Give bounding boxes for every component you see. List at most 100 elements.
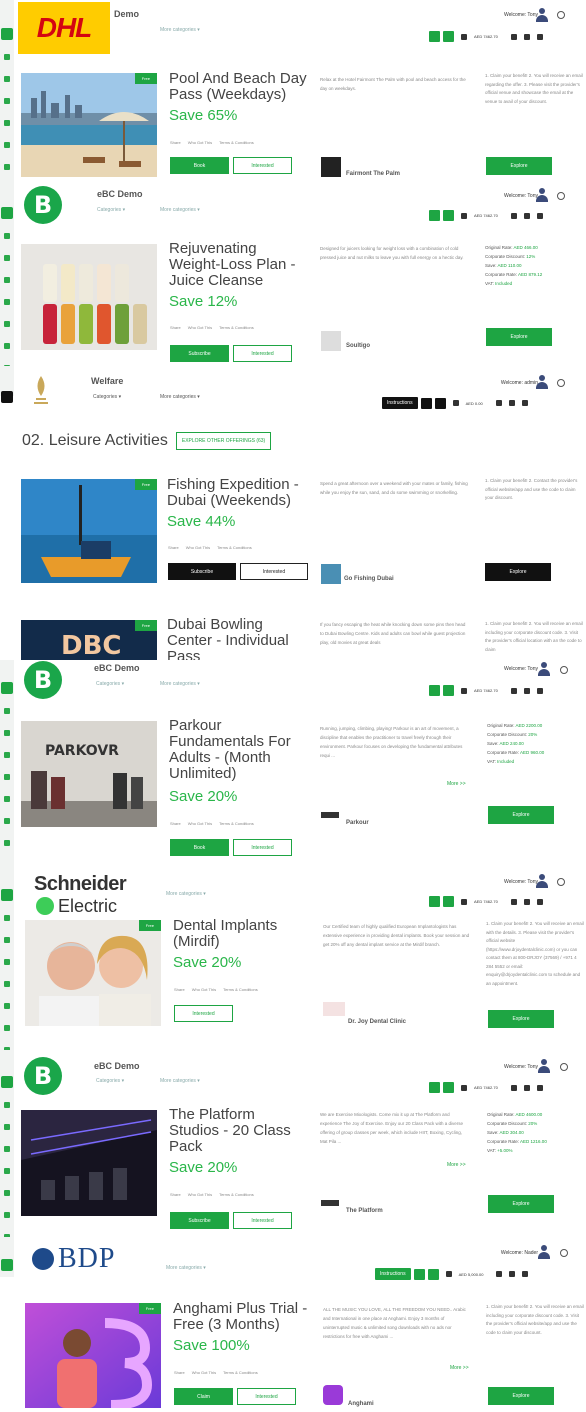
heart-icon[interactable] [495,400,502,406]
search-icon[interactable] [522,1271,529,1277]
more-categories-menu[interactable]: More categories ▾ [160,681,200,687]
nav-icon[interactable] [4,1124,10,1130]
power-icon[interactable] [560,1063,568,1071]
heart-icon[interactable] [510,898,517,905]
explore-button[interactable]: Explore [488,1195,554,1213]
provider-name[interactable]: Parkour [346,820,369,826]
terms-link[interactable]: Terms & Conditions [219,1192,254,1197]
search-icon[interactable] [536,212,543,219]
nav-icon[interactable] [4,959,10,965]
provider-name[interactable]: The Platform [346,1208,383,1214]
deal-title[interactable]: Fishing Expedition - Dubai (Weekends) [167,477,312,509]
instructions-button[interactable]: Instructions [382,397,418,409]
toolbar-button[interactable] [443,685,454,696]
nav-icon[interactable] [4,233,10,239]
toolbar-button[interactable] [429,685,440,696]
power-icon[interactable] [557,379,565,387]
more-link[interactable]: More >> [447,781,466,787]
terms-link[interactable]: Terms & Conditions [219,325,254,330]
home-icon[interactable] [1,391,13,403]
more-categories-menu[interactable]: More categories ▾ [160,1078,200,1084]
nav-icon[interactable] [4,730,10,736]
more-categories-menu[interactable]: More categories ▾ [166,1265,206,1271]
nav-icon[interactable] [4,277,10,283]
categories-menu[interactable]: Categories ▾ [97,207,125,213]
who-got-this-link[interactable]: Who Got This [192,987,216,992]
nav-icon[interactable] [4,120,10,126]
deal-title[interactable]: Rejuvenating Weight-Loss Plan - Juice Cl… [169,241,309,289]
avatar-icon[interactable] [538,662,550,676]
interested-button[interactable]: Interested [174,1005,233,1022]
flag-icon[interactable] [509,1271,516,1277]
home-icon[interactable] [1,889,13,901]
nav-icon[interactable] [4,54,10,60]
deal-title[interactable]: The Platform Studios - 20 Class Pack [169,1107,309,1155]
subscribe-button[interactable]: Subscribe [170,1212,229,1229]
more-categories-menu[interactable]: More categories ▾ [166,891,206,897]
nav-icon[interactable] [4,142,10,148]
book-button[interactable]: Book [170,157,229,174]
book-button[interactable]: Book [170,839,229,856]
toolbar-button[interactable] [429,896,440,907]
nav-icon[interactable] [4,164,10,170]
provider-name[interactable]: Anghami [348,1401,374,1407]
deal-title[interactable]: Pool And Beach Day Pass (Weekdays) [169,71,319,103]
nav-icon[interactable] [4,343,10,349]
home-icon[interactable] [1,1076,13,1088]
nav-icon[interactable] [4,1190,10,1196]
nav-icon[interactable] [4,299,10,305]
claim-button[interactable]: Claim [174,1388,233,1405]
search-icon[interactable] [536,33,543,40]
more-categories-menu[interactable]: More categories ▾ [160,394,200,400]
terms-link[interactable]: Terms & Conditions [223,1370,258,1375]
who-got-this-link[interactable]: Who Got This [188,140,212,145]
who-got-this-link[interactable]: Who Got This [188,821,212,826]
search-icon[interactable] [536,1084,543,1091]
nav-icon[interactable] [4,708,10,714]
heart-icon[interactable] [496,1271,503,1277]
home-icon[interactable] [1,207,13,219]
deal-title[interactable]: Dubai Bowling Center - Individual Pass [167,617,312,661]
share-link[interactable]: Share [174,1370,185,1375]
provider-name[interactable]: Go Fishing Dubai [344,576,394,582]
nav-icon[interactable] [4,981,10,987]
who-got-this-link[interactable]: Who Got This [188,325,212,330]
power-icon[interactable] [557,11,565,19]
nav-icon[interactable] [4,255,10,261]
interested-button[interactable]: Interested [237,1388,296,1405]
deal-title[interactable]: Dental Implants (Mirdif) [173,918,293,950]
subscribe-button[interactable]: Subscribe [168,563,236,580]
subscribe-button[interactable]: Subscribe [170,345,229,362]
home-icon[interactable] [1,28,13,40]
nav-icon[interactable] [4,752,10,758]
flag-icon[interactable] [508,400,515,406]
explore-button[interactable]: Explore [488,1387,554,1405]
deal-title[interactable]: Parkour Fundamentals For Adults - (Month… [169,718,309,782]
heart-icon[interactable] [510,212,517,219]
deal-title[interactable]: Anghami Plus Trial - Free (3 Months) [173,1301,318,1333]
nav-icon[interactable] [4,321,10,327]
power-icon[interactable] [557,192,565,200]
flag-icon[interactable] [523,212,530,219]
explore-button[interactable]: Explore [488,1010,554,1028]
interested-button[interactable]: Interested [233,345,292,362]
explore-button[interactable]: Explore [485,563,551,581]
share-link[interactable]: Share [168,545,179,550]
toolbar-button[interactable] [429,1082,440,1093]
explore-button[interactable]: Explore [488,806,554,824]
nav-icon[interactable] [4,76,10,82]
toolbar-button[interactable] [427,1268,439,1280]
share-link[interactable]: Share [170,1192,181,1197]
interested-button[interactable]: Interested [240,563,308,580]
terms-link[interactable]: Terms & Conditions [223,987,258,992]
categories-menu[interactable]: Categories ▾ [93,394,121,400]
heart-icon[interactable] [510,33,517,40]
nav-icon[interactable] [4,1212,10,1218]
nav-icon[interactable] [4,840,10,846]
search-icon[interactable] [536,687,543,694]
nav-icon[interactable] [4,1025,10,1031]
toolbar-button[interactable] [443,31,454,42]
deal-image[interactable]: PARKOVR [21,721,157,827]
avatar-icon[interactable] [538,1245,550,1259]
search-icon[interactable] [536,898,543,905]
